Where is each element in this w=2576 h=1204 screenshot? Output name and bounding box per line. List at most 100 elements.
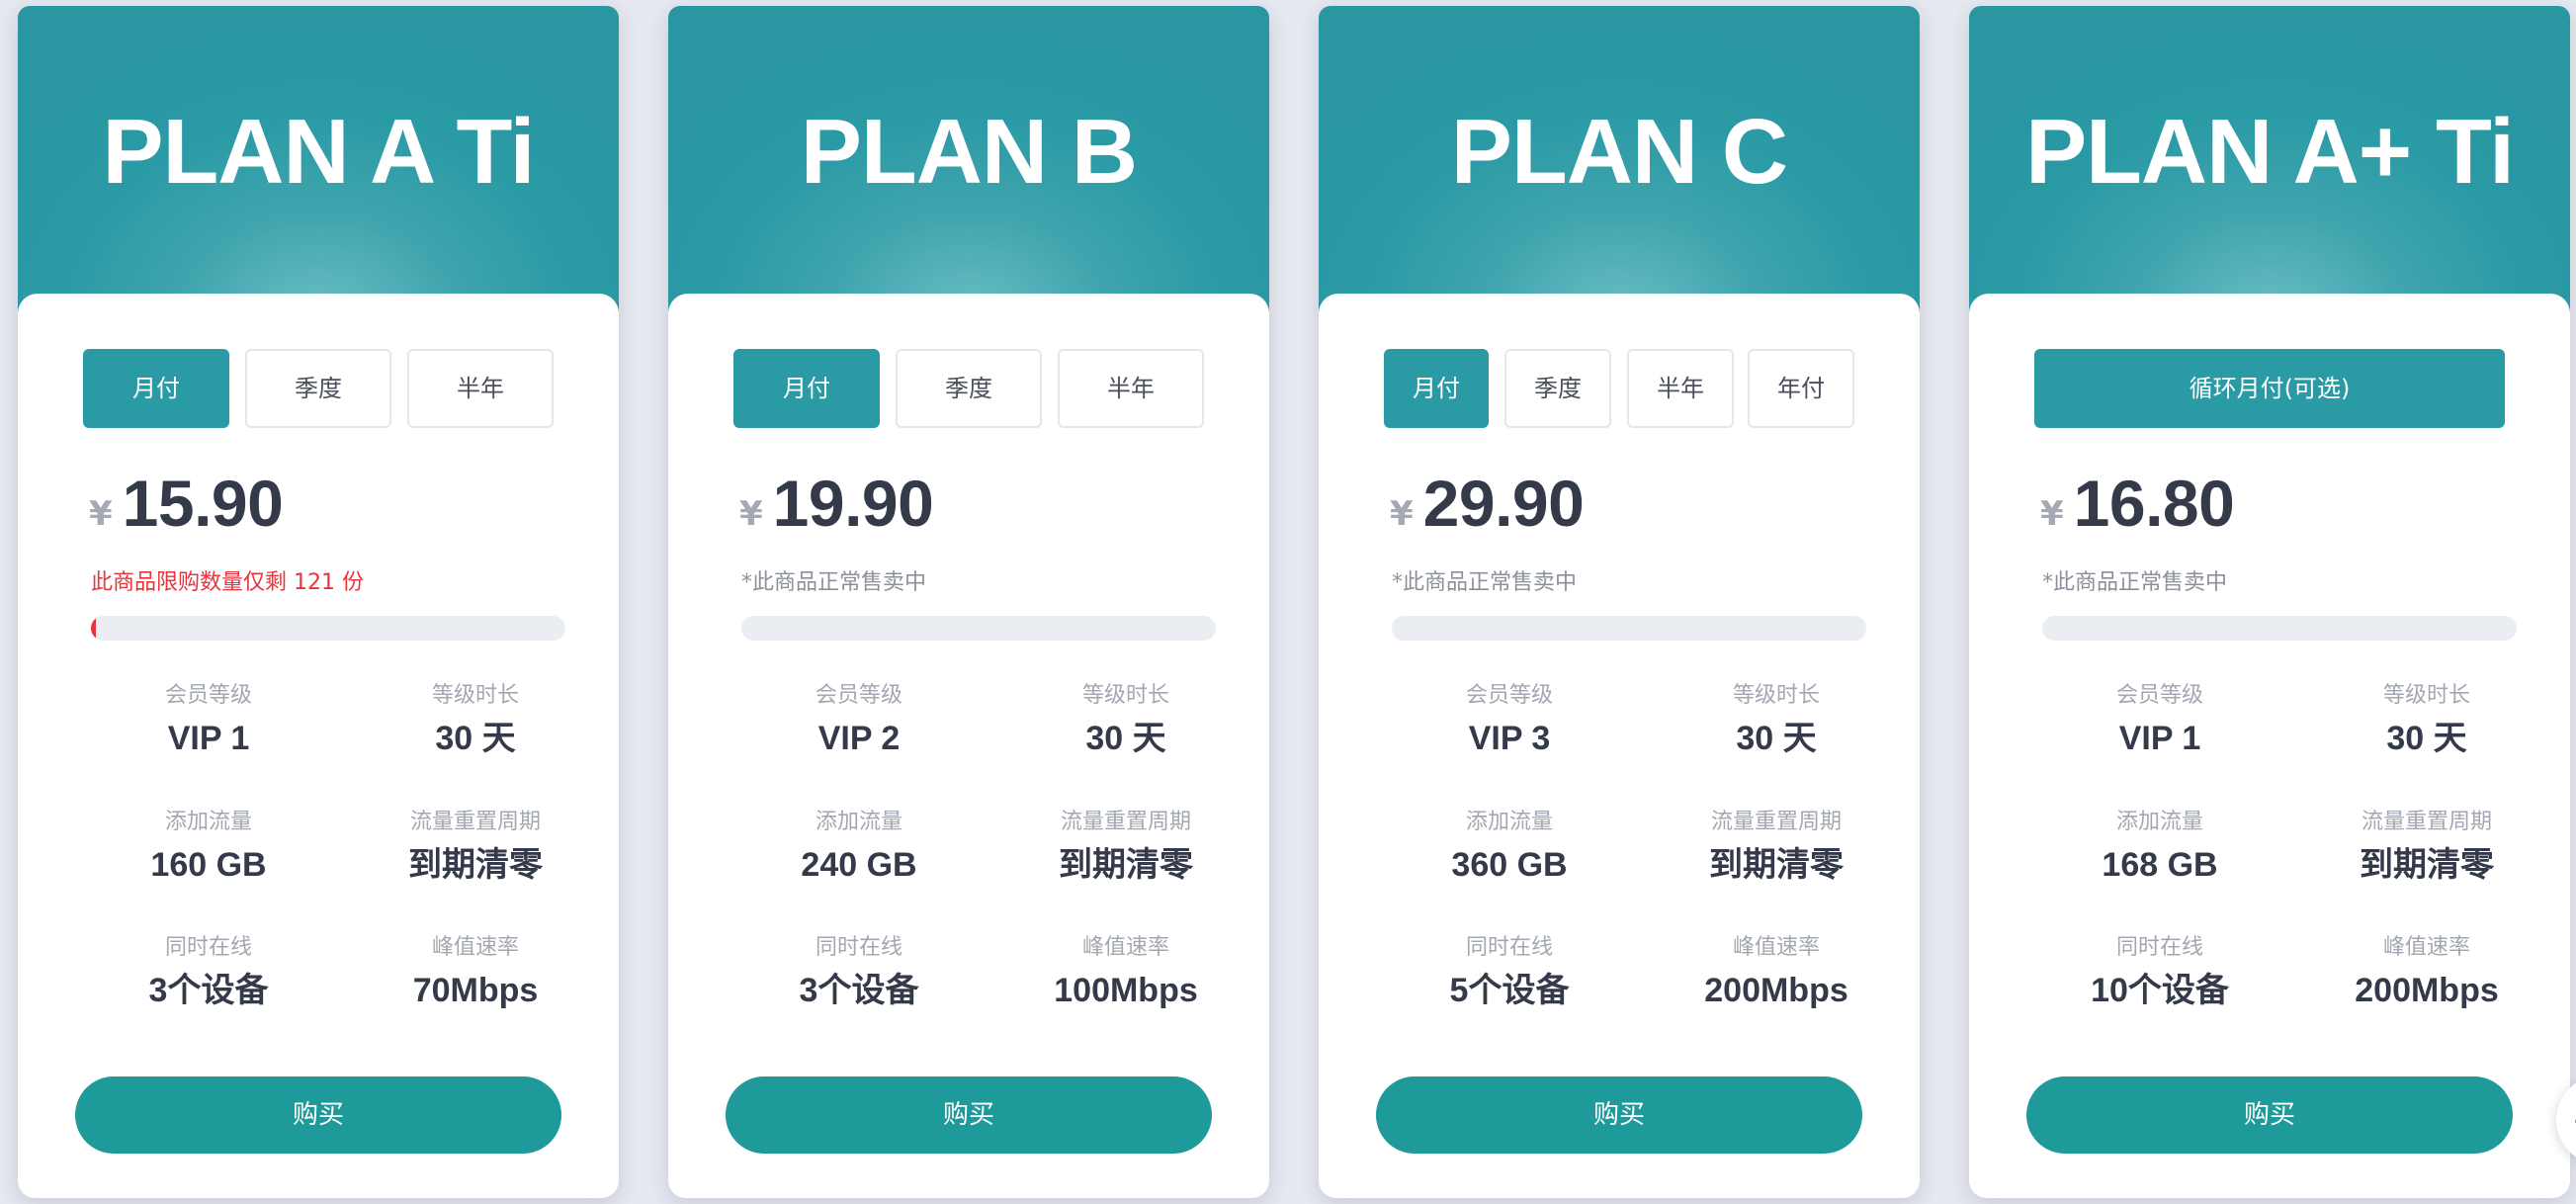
spec-value: VIP 1 <box>2118 720 2201 757</box>
spec-peak-speed: 峰值速率 200Mbps <box>1658 933 1895 1010</box>
spec-value: VIP 3 <box>1468 720 1551 757</box>
spec-label: 同时在线 <box>2115 935 2203 960</box>
spec-reset-cycle: 流量重置周期 到期清零 <box>1007 808 1245 885</box>
spec-label: 峰值速率 <box>1081 935 1169 960</box>
stock-status-note: *此商品正常售卖中 <box>2042 570 2228 595</box>
pricing-cards: PLAN A Ti 月付 季度 半年 ¥15.90 此商品限购数量仅剩 121 … <box>0 0 2576 1204</box>
spec-value: 360 GB <box>1451 846 1568 884</box>
spec-traffic: 添加流量 360 GB <box>1391 808 1628 885</box>
period-button-quarterly[interactable]: 季度 <box>245 349 391 428</box>
spec-label: 等级时长 <box>431 683 519 708</box>
plan-card-header: PLAN C <box>1319 6 1920 322</box>
spec-member-level: 会员等级 VIP 1 <box>2041 681 2278 758</box>
period-button-quarterly[interactable]: 季度 <box>896 349 1042 428</box>
billing-period-selector: 循环月付(可选) <box>2034 349 2505 428</box>
spec-label: 流量重置周期 <box>409 810 541 834</box>
plan-card: PLAN A+ Ti 循环月付(可选) ¥16.80 *此商品正常售卖中 会员等… <box>1969 6 2570 1198</box>
period-button-recurring-monthly[interactable]: 循环月付(可选) <box>2034 349 2505 428</box>
period-button-half-year[interactable]: 半年 <box>1627 349 1734 428</box>
spec-value: 3个设备 <box>148 972 269 1009</box>
spec-peak-speed: 峰值速率 70Mbps <box>357 933 594 1010</box>
spec-value: 200Mbps <box>2355 972 2499 1009</box>
plan-title: PLAN A+ Ti <box>2025 100 2515 203</box>
spec-label: 会员等级 <box>1465 683 1553 708</box>
spec-label: 等级时长 <box>1732 683 1820 708</box>
spec-label: 会员等级 <box>164 683 252 708</box>
buy-button[interactable]: 购买 <box>2026 1076 2513 1154</box>
period-button-monthly[interactable]: 月付 <box>733 349 880 428</box>
spec-value: 到期清零 <box>1059 846 1193 884</box>
spec-value: 到期清零 <box>2360 846 2494 884</box>
spec-level-duration: 等级时长 30 天 <box>2308 681 2545 758</box>
spec-value: VIP 2 <box>817 720 901 757</box>
price: ¥16.80 <box>2040 467 2235 546</box>
period-button-half-year[interactable]: 半年 <box>407 349 554 428</box>
period-button-yearly[interactable]: 年付 <box>1748 349 1854 428</box>
stock-progress-bar <box>2042 616 2517 641</box>
spec-member-level: 会员等级 VIP 2 <box>740 681 978 758</box>
spec-value: 30 天 <box>1736 720 1817 757</box>
plan-card-header: PLAN B <box>668 6 1269 322</box>
price-amount: 19.90 <box>772 467 934 540</box>
buy-button[interactable]: 购买 <box>75 1076 561 1154</box>
spec-member-level: 会员等级 VIP 1 <box>90 681 327 758</box>
spec-value: 10个设备 <box>2091 972 2229 1009</box>
plan-card-body: 月付 季度 半年 ¥15.90 此商品限购数量仅剩 121 份 会员等级 VIP… <box>18 294 619 1198</box>
plan-title: PLAN C <box>1450 100 1788 203</box>
period-button-half-year[interactable]: 半年 <box>1058 349 1204 428</box>
stock-status-note: *此商品正常售卖中 <box>1392 570 1578 595</box>
period-button-monthly[interactable]: 月付 <box>1384 349 1489 428</box>
plan-card-body: 循环月付(可选) ¥16.80 *此商品正常售卖中 会员等级 VIP 1 等级时… <box>1969 294 2570 1198</box>
stock-status-note: *此商品正常售卖中 <box>741 570 927 595</box>
period-button-quarterly[interactable]: 季度 <box>1504 349 1611 428</box>
plan-card: PLAN A Ti 月付 季度 半年 ¥15.90 此商品限购数量仅剩 121 … <box>18 6 619 1198</box>
spec-label: 等级时长 <box>1081 683 1169 708</box>
spec-label: 同时在线 <box>1465 935 1553 960</box>
spec-label: 同时在线 <box>815 935 902 960</box>
spec-value: 3个设备 <box>799 972 919 1009</box>
spec-level-duration: 等级时长 30 天 <box>357 681 594 758</box>
spec-label: 峰值速率 <box>431 935 519 960</box>
billing-period-selector: 月付 季度 半年 <box>83 349 554 428</box>
spec-value: 30 天 <box>1085 720 1166 757</box>
spec-devices: 同时在线 3个设备 <box>90 933 327 1010</box>
currency-symbol: ¥ <box>2040 494 2064 534</box>
spec-reset-cycle: 流量重置周期 到期清零 <box>357 808 594 885</box>
plan-card: PLAN B 月付 季度 半年 ¥19.90 *此商品正常售卖中 会员等级 VI… <box>668 6 1269 1198</box>
spec-label: 同时在线 <box>164 935 252 960</box>
spec-label: 峰值速率 <box>1732 935 1820 960</box>
spec-peak-speed: 峰值速率 100Mbps <box>1007 933 1245 1010</box>
spec-value: 240 GB <box>801 846 917 884</box>
spec-devices: 同时在线 3个设备 <box>740 933 978 1010</box>
billing-period-selector: 月付 季度 半年 年付 <box>1384 349 1854 428</box>
spec-label: 会员等级 <box>815 683 902 708</box>
stock-progress-bar <box>1392 616 1866 641</box>
spec-level-duration: 等级时长 30 天 <box>1658 681 1895 758</box>
spec-value: 160 GB <box>150 846 267 884</box>
price: ¥29.90 <box>1390 467 1585 546</box>
buy-button[interactable]: 购买 <box>1376 1076 1862 1154</box>
spec-label: 添加流量 <box>2115 810 2203 834</box>
plan-card-header: PLAN A+ Ti <box>1969 6 2570 322</box>
spec-value: VIP 1 <box>167 720 250 757</box>
plan-card-body: 月付 季度 半年 ¥19.90 *此商品正常售卖中 会员等级 VIP 2 等级时… <box>668 294 1269 1198</box>
spec-value: 到期清零 <box>1709 846 1844 884</box>
price: ¥19.90 <box>739 467 934 546</box>
spec-member-level: 会员等级 VIP 3 <box>1391 681 1628 758</box>
stock-progress-fill <box>91 616 96 641</box>
spec-traffic: 添加流量 240 GB <box>740 808 978 885</box>
spec-value: 到期清零 <box>408 846 543 884</box>
spec-label: 添加流量 <box>815 810 902 834</box>
plan-title: PLAN B <box>800 100 1138 203</box>
spec-label: 等级时长 <box>2382 683 2470 708</box>
plan-title: PLAN A Ti <box>102 100 535 203</box>
plan-card-header: PLAN A Ti <box>18 6 619 322</box>
spec-label: 会员等级 <box>2115 683 2203 708</box>
spec-level-duration: 等级时长 30 天 <box>1007 681 1245 758</box>
spec-reset-cycle: 流量重置周期 到期清零 <box>1658 808 1895 885</box>
spec-value: 100Mbps <box>1054 972 1198 1009</box>
buy-button[interactable]: 购买 <box>726 1076 1212 1154</box>
spec-devices: 同时在线 10个设备 <box>2041 933 2278 1010</box>
period-button-monthly[interactable]: 月付 <box>83 349 229 428</box>
spec-traffic: 添加流量 160 GB <box>90 808 327 885</box>
